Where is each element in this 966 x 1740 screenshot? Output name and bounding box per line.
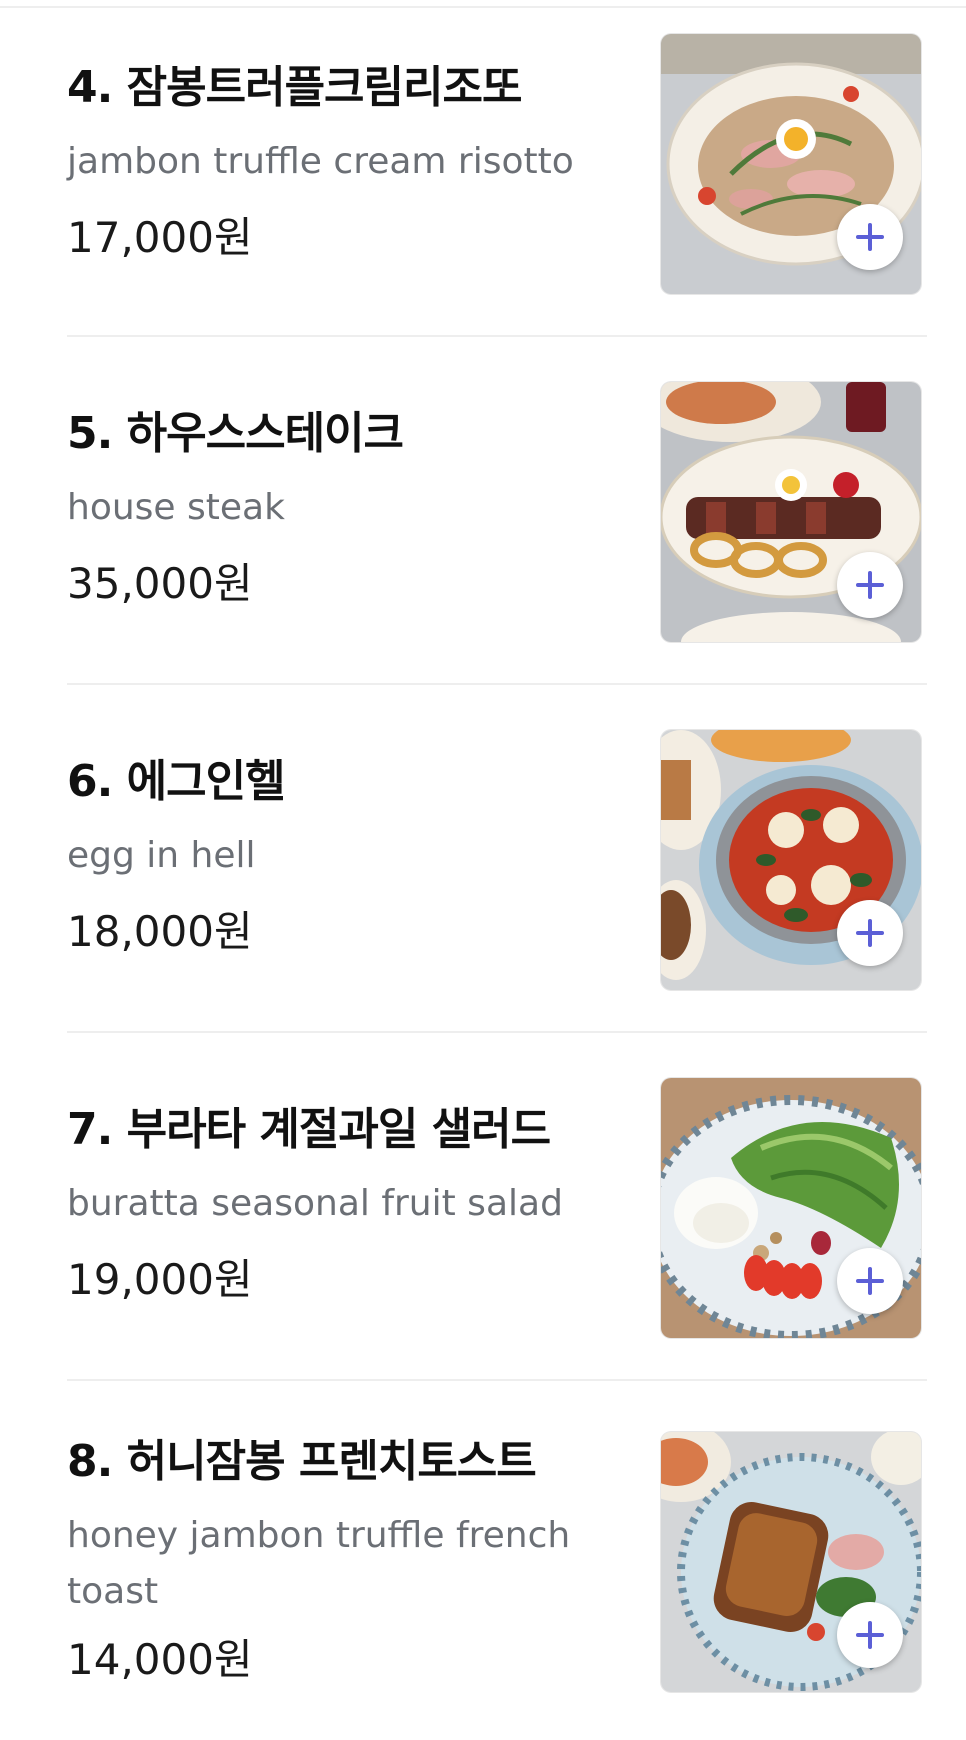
menu-item-price: 18,000원	[67, 907, 253, 956]
plus-icon	[856, 571, 884, 599]
menu-item-description: egg in hell	[67, 835, 256, 876]
french-toast-photo-icon[interactable]	[661, 1432, 921, 1692]
menu-item-price: 17,000원	[67, 213, 253, 262]
add-button[interactable]	[837, 1248, 903, 1314]
menu-item-price: 19,000원	[67, 1255, 253, 1304]
menu-item-name: 8. 허니잠봉 프렌치토스트	[67, 1436, 537, 1487]
menu-item-name: 5. 하우스스테이크	[67, 408, 404, 459]
plus-icon	[856, 1267, 884, 1295]
salad-photo-icon[interactable]	[661, 1078, 921, 1338]
menu-item-description: buratta seasonal fruit salad	[67, 1183, 563, 1224]
plus-icon	[856, 1621, 884, 1649]
menu-item-price: 14,000원	[67, 1635, 253, 1684]
add-button[interactable]	[837, 1602, 903, 1668]
add-button[interactable]	[837, 552, 903, 618]
menu-item-description: jambon truffle cream risotto	[67, 141, 574, 182]
add-button[interactable]	[837, 900, 903, 966]
item-divider	[67, 335, 927, 337]
menu-item-text: 8. 허니잠봉 프렌치토스트 honey jambon truffle fren…	[67, 1434, 627, 1688]
menu-item-name: 6. 에그인헬	[67, 756, 286, 807]
risotto-photo-icon[interactable]	[661, 34, 921, 294]
menu-item-text: 7. 부라타 계절과일 샐러드 buratta seasonal fruit s…	[67, 1102, 627, 1308]
menu-item-name: 4. 잠봉트러플크림리조또	[67, 62, 522, 113]
item-divider	[67, 1379, 927, 1381]
item-divider	[67, 1031, 927, 1033]
steak-photo-icon[interactable]	[661, 382, 921, 642]
plus-icon	[856, 223, 884, 251]
add-button[interactable]	[837, 204, 903, 270]
menu-item-description: house steak	[67, 487, 285, 528]
menu-item-text: 6. 에그인헬 egg in hell 18,000원	[67, 754, 627, 960]
plus-icon	[856, 919, 884, 947]
menu-item-text: 4. 잠봉트러플크림리조또 jambon truffle cream risot…	[67, 60, 627, 266]
menu-item-name: 7. 부라타 계절과일 샐러드	[67, 1104, 551, 1155]
top-divider	[0, 0, 966, 8]
menu-item-text: 5. 하우스스테이크 house steak 35,000원	[67, 406, 627, 612]
menu-item-description: honey jambon truffle french toast	[67, 1515, 571, 1612]
egg-in-hell-photo-icon[interactable]	[661, 730, 921, 990]
menu-item-price: 35,000원	[67, 559, 253, 608]
item-divider	[67, 683, 927, 685]
